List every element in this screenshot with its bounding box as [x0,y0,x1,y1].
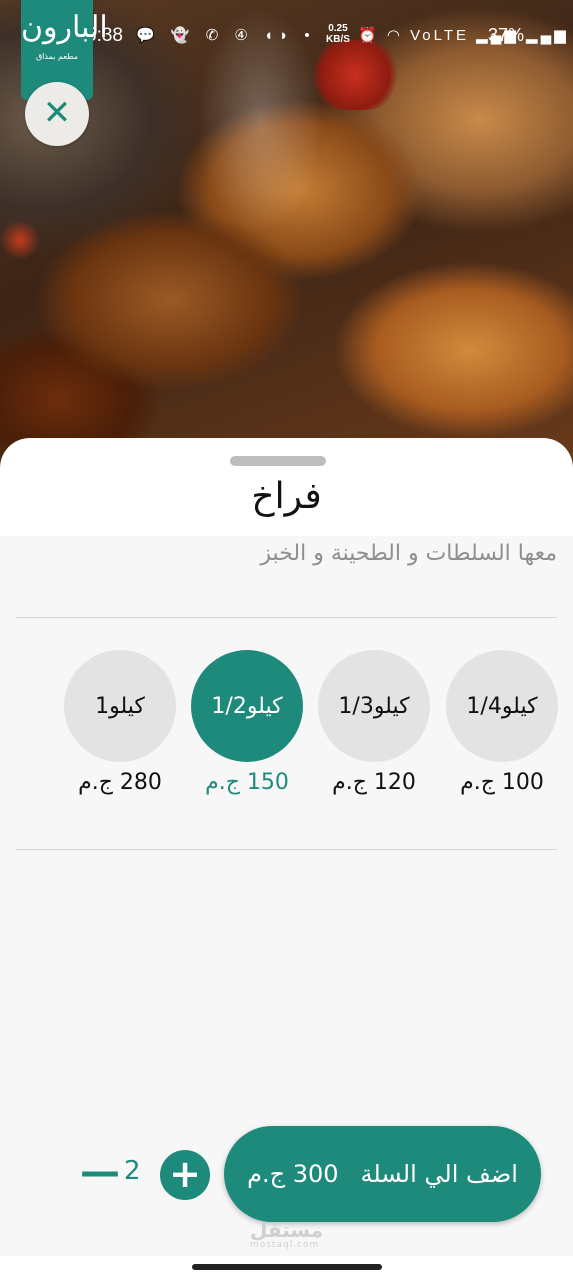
cart-total: 300 ج.م [247,1160,339,1188]
garnish [0,220,40,260]
size-price: 150 ج.م [205,770,289,795]
size-price: 120 ج.م [332,770,416,795]
close-button[interactable]: ✕ [25,82,89,146]
size-chip: 1كيلو [64,650,176,762]
increase-quantity-button[interactable]: + [160,1150,210,1200]
watermark-text: مستقل [250,1218,324,1242]
home-gesture-bar[interactable] [192,1264,382,1270]
add-to-cart-button[interactable]: اضف الي السلة 300 ج.م [224,1126,541,1222]
watermark: مستقل mostaql.com [250,1218,323,1250]
size-chip: 1/4كيلو [446,650,558,762]
close-icon: ✕ [42,93,72,133]
size-option-third-kilo[interactable]: 1/3كيلو 120 ج.م [318,650,430,795]
battery-indicator: 37% [488,25,525,45]
notification-icons: 💬 👻 ✆ ④ ◖◗ • [136,27,316,44]
minus-icon: — [80,1149,120,1195]
add-to-cart-label: اضف الي السلة [360,1160,518,1188]
size-price: 280 ج.م [78,770,162,795]
divider [16,849,557,850]
navigation-bar [0,1256,573,1280]
size-chip: كيلو1/2 [191,650,303,762]
speed-value: 0.25 [328,23,348,34]
network-speed: 0.25 KB/S [326,23,350,45]
product-description: معها السلطات و الطحينة و الخبز [260,541,557,566]
product-title: فراخ [251,476,322,517]
quantity-value: 2 [124,1156,141,1186]
logo-mark: البارون [21,10,108,45]
plus-icon: + [169,1152,201,1196]
size-chip: 1/3كيلو [318,650,430,762]
decrease-quantity-button[interactable]: — [80,1150,120,1198]
logo-subtitle: مطعم بمذاق [35,52,79,61]
watermark-url: mostaql.com [250,1240,320,1250]
divider [16,617,557,618]
signal-icons: ⏰ ◠ VoLTE ▂▄▆ ▂▄▆ [358,27,569,44]
size-option-one-kilo[interactable]: 1كيلو 280 ج.م [64,650,176,795]
size-option-quarter-kilo[interactable]: 1/4كيلو 100 ج.م [446,650,558,795]
size-price: 100 ج.م [460,770,544,795]
speed-unit: KB/S [326,34,350,45]
size-option-half-kilo[interactable]: كيلو1/2 150 ج.م [191,650,303,795]
drag-handle[interactable] [230,456,326,466]
bottom-sheet-header: فراخ [0,438,573,536]
